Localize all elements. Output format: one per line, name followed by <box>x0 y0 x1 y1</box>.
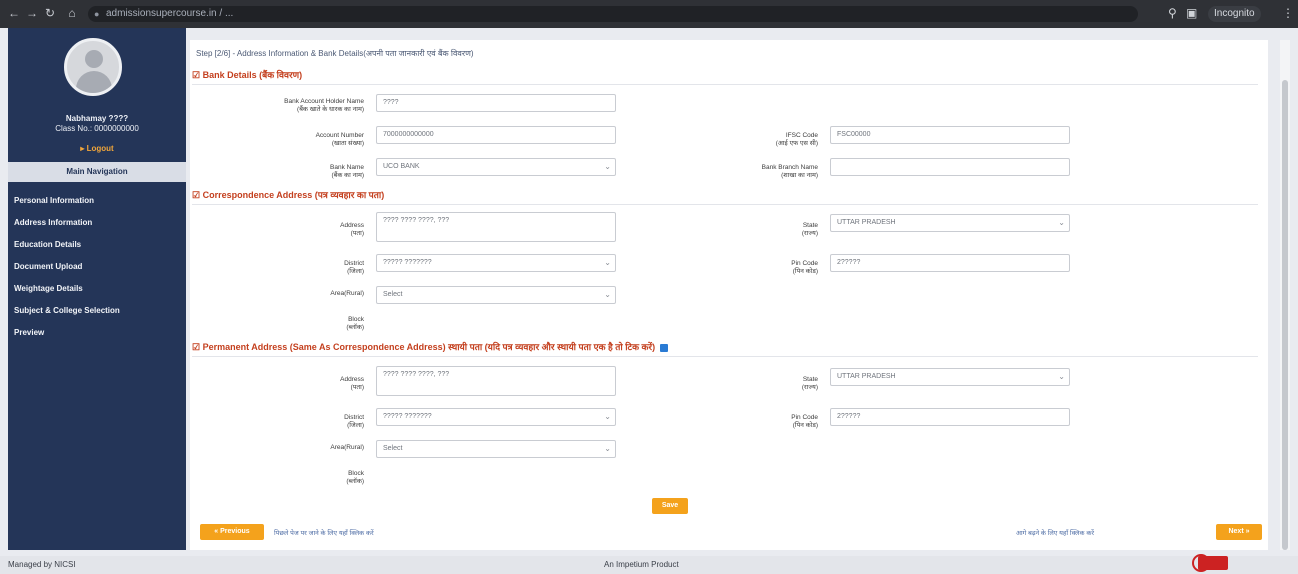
corr-state-label: State (राज्य) <box>801 222 818 237</box>
next-note: आगे बढ़ने के लिए यहाँ क्लिक करें <box>1016 530 1094 537</box>
corr-pincode-input[interactable]: 2????? <box>830 254 1070 272</box>
next-button[interactable]: Next » <box>1216 524 1262 540</box>
key-icon[interactable]: ⚲ <box>1168 6 1177 20</box>
perm-state-select[interactable]: UTTAR PRADESH ⌄ <box>830 368 1070 386</box>
home-icon[interactable]: ⌂ <box>64 6 80 20</box>
sidebar: Nabhamay ???? Class No.: 0000000000 ▸ Lo… <box>8 28 186 550</box>
avatar-body <box>76 71 112 93</box>
holder-name-input[interactable]: ???? <box>376 94 616 112</box>
chevron-down-icon: ⌄ <box>604 258 611 267</box>
corr-pincode-label: Pin Code (पिन कोड) <box>791 260 818 275</box>
ifsc-label: IFSC Code (आई एफ एस सी) <box>775 132 818 147</box>
chevron-down-icon: ⌄ <box>604 412 611 421</box>
address-bar[interactable]: ● admissionsupercourse.in / ... <box>88 6 1138 22</box>
corr-block-label: Block (ब्लॉक) <box>346 316 364 331</box>
chevron-down-icon: ⌄ <box>604 162 611 171</box>
footer: Managed by NICSI An Impetium Product <box>0 556 1298 574</box>
lock-icon: ● <box>94 9 100 19</box>
corr-state-select[interactable]: UTTAR PRADESH ⌄ <box>830 214 1070 232</box>
corr-area-select[interactable]: Select ⌄ <box>376 286 616 304</box>
forward-icon[interactable]: → <box>24 6 40 20</box>
main-form-card: Step [2/6] - Address Information & Bank … <box>190 40 1268 550</box>
sidebar-item-address-information[interactable]: Address Information <box>14 218 92 227</box>
sidebar-item-weightage-details[interactable]: Weightage Details <box>14 284 83 293</box>
perm-district-select[interactable]: ????? ??????? ⌄ <box>376 408 616 426</box>
sidebar-item-personal-information[interactable]: Personal Information <box>14 196 94 205</box>
previous-note: पिछले पेज पर जाने के लिए यहाँ क्लिक करें <box>274 530 374 537</box>
perm-address-label: Address (पता) <box>340 376 364 391</box>
extension-icon[interactable]: ▣ <box>1186 6 1197 20</box>
previous-button[interactable]: « Previous <box>200 524 264 540</box>
save-button[interactable]: Save <box>652 498 688 514</box>
perm-area-label: Area(Rural) <box>330 444 364 451</box>
corr-area-value: Select <box>383 291 403 298</box>
avatar-head <box>85 50 103 68</box>
permanent-address-title: ☑ Permanent Address (Same As Corresponde… <box>192 342 656 352</box>
permanent-address-header: ☑ Permanent Address (Same As Corresponde… <box>192 338 1258 357</box>
chevron-down-icon: ⌄ <box>1058 218 1065 227</box>
sidebar-item-document-upload[interactable]: Document Upload <box>14 262 82 271</box>
corr-address-label: Address (पता) <box>340 222 364 237</box>
page-title: Step [2/6] - Address Information & Bank … <box>196 49 474 58</box>
corr-state-value: UTTAR PRADESH <box>837 219 896 226</box>
bank-name-select[interactable]: UCO BANK ⌄ <box>376 158 616 176</box>
corr-address-textarea[interactable]: ???? ???? ????, ??? <box>376 212 616 242</box>
corr-district-value: ????? ??????? <box>383 259 432 266</box>
bank-name-label: Bank Name (बैंक का नाम) <box>330 164 364 179</box>
main-navigation-header: Main Navigation <box>8 162 186 182</box>
menu-dots-icon[interactable]: ⋮ <box>1282 6 1294 20</box>
copy-icon[interactable] <box>659 343 668 352</box>
footer-product: An Impetium Product <box>604 560 679 569</box>
perm-area-select[interactable]: Select ⌄ <box>376 440 616 458</box>
perm-district-value: ????? ??????? <box>383 413 432 420</box>
footer-managed-by: Managed by NICSI <box>8 560 76 569</box>
account-number-input[interactable]: 7000000000000 <box>376 126 616 144</box>
sidebar-item-preview[interactable]: Preview <box>14 328 44 337</box>
user-class: Class No.: 0000000000 <box>55 124 139 133</box>
chevron-down-icon: ⌄ <box>1058 372 1065 381</box>
sidebar-item-subject-college-selection[interactable]: Subject & College Selection <box>14 306 120 315</box>
url-text: admissionsupercourse.in / ... <box>106 8 234 19</box>
bank-details-header: ☑ Bank Details (बैंक विवरण) <box>192 66 1258 85</box>
perm-state-value: UTTAR PRADESH <box>837 373 896 380</box>
perm-block-label: Block (ब्लॉक) <box>346 470 364 485</box>
perm-area-value: Select <box>383 445 403 452</box>
user-name: Nabhamay ???? <box>65 114 129 123</box>
scrollbar-thumb[interactable] <box>1282 80 1288 550</box>
perm-district-label: District (जिला) <box>344 414 364 429</box>
brand-logo <box>1198 556 1228 570</box>
account-number-label: Account Number (खाता संख्या) <box>315 132 364 147</box>
bank-name-value: UCO BANK <box>383 163 420 170</box>
back-icon[interactable]: ← <box>6 6 22 20</box>
browser-toolbar: ← → ↻ ⌂ ● admissionsupercourse.in / ... … <box>0 0 1298 28</box>
corr-district-label: District (जिला) <box>344 260 364 275</box>
branch-name-label: Bank Branch Name (शाखा का नाम) <box>761 164 818 179</box>
branch-name-input[interactable] <box>830 158 1070 176</box>
reload-icon[interactable]: ↻ <box>42 6 58 20</box>
sidebar-item-education-details[interactable]: Education Details <box>14 240 81 249</box>
perm-pincode-input[interactable]: 2????? <box>830 408 1070 426</box>
ifsc-input[interactable]: FSC00000 <box>830 126 1070 144</box>
corr-area-label: Area(Rural) <box>330 290 364 297</box>
profile-chip[interactable]: Incognito <box>1208 6 1261 22</box>
avatar-icon <box>64 38 122 96</box>
logout-link[interactable]: ▸ Logout <box>8 144 186 153</box>
perm-pincode-label: Pin Code (पिन कोड) <box>791 414 818 429</box>
perm-address-textarea[interactable]: ???? ???? ????, ??? <box>376 366 616 396</box>
corr-district-select[interactable]: ????? ??????? ⌄ <box>376 254 616 272</box>
chevron-down-icon: ⌄ <box>604 444 611 453</box>
perm-state-label: State (राज्य) <box>801 376 818 391</box>
chevron-down-icon: ⌄ <box>604 290 611 299</box>
correspondence-address-header: ☑ Correspondence Address (पत्र व्यवहार क… <box>192 186 1258 205</box>
holder-name-label: Bank Account Holder Name (बैंक खाते के ध… <box>284 98 364 113</box>
